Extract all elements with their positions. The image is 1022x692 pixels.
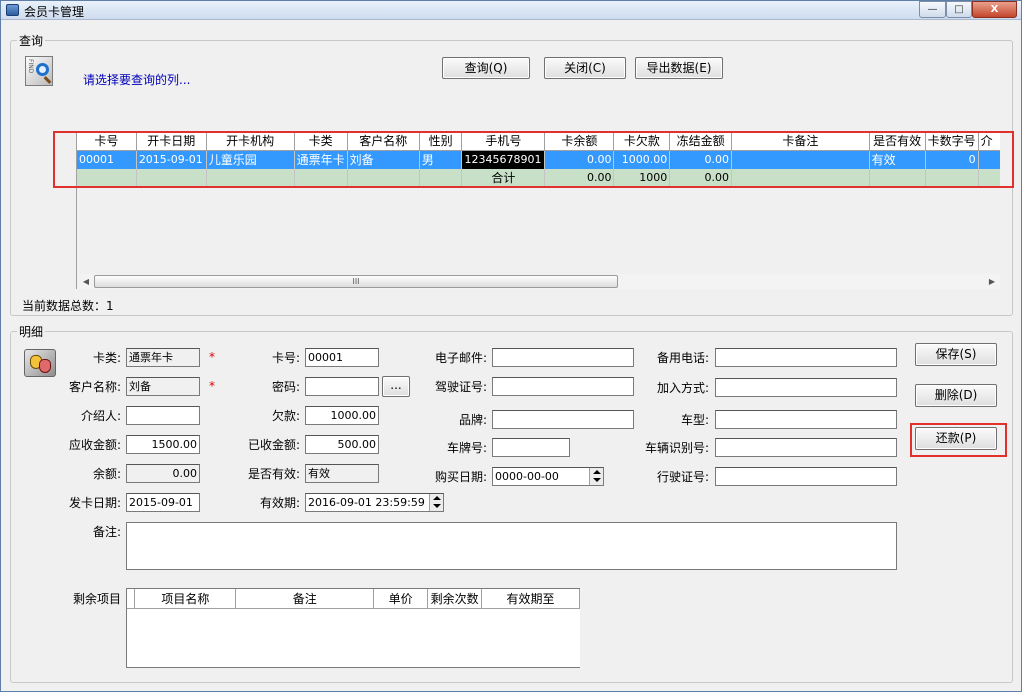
license-no-label: 驾驶证号: — [434, 380, 487, 394]
remaining-items-table: 项目名称 备注 单价 剩余次数 有效期至 — [127, 589, 580, 609]
email-field[interactable] — [492, 348, 634, 367]
received-field[interactable]: 500.00 — [305, 435, 379, 454]
column-header[interactable]: 有效期至 — [481, 589, 580, 609]
required-mark: * — [209, 379, 215, 393]
purchase-date-value: 0000-00-00 — [495, 470, 559, 483]
remark-textarea[interactable] — [126, 522, 897, 570]
remaining-items-label: 剩余项目 — [72, 592, 121, 606]
is-valid-label: 是否有效: — [247, 467, 300, 481]
window-title: 会员卡管理 — [24, 5, 85, 19]
join-method-field[interactable] — [715, 378, 897, 397]
export-data-button[interactable]: 导出数据(E) — [635, 57, 723, 79]
repay-highlight-box — [910, 423, 1007, 457]
purchase-date-label: 购买日期: — [434, 470, 487, 484]
grid-horizontal-scrollbar[interactable]: ◀ III ▶ — [78, 274, 1000, 289]
detail-group-legend: 明细 — [17, 323, 46, 340]
introducer-field[interactable] — [126, 406, 200, 425]
column-header[interactable]: 备注 — [235, 589, 375, 609]
join-method-label: 加入方式: — [656, 381, 709, 395]
scroll-left-icon[interactable]: ◀ — [80, 275, 92, 288]
title-bar: 会员卡管理 — □ X — [1, 1, 1021, 20]
query-group-legend: 查询 — [17, 32, 46, 49]
valid-until-field[interactable]: 2016-09-01 23:59:59 — [305, 493, 444, 512]
column-header[interactable]: 剩余次数 — [427, 589, 483, 609]
customer-name-label: 客户名称: — [68, 380, 121, 394]
backup-phone-label: 备用电话: — [656, 351, 709, 365]
driving-permit-label: 行驶证号: — [656, 470, 709, 484]
spin-down-icon[interactable] — [433, 504, 441, 508]
car-model-field[interactable] — [715, 410, 897, 429]
introducer-label: 介绍人: — [80, 409, 121, 423]
minimize-button[interactable]: — — [919, 1, 946, 18]
password-label: 密码: — [271, 380, 300, 394]
spin-down-icon[interactable] — [593, 478, 601, 482]
purchase-date-field[interactable]: 0000-00-00 — [492, 467, 604, 486]
backup-phone-field[interactable] — [715, 348, 897, 367]
receivable-label: 应收金额: — [68, 438, 121, 452]
grid-highlight-box — [53, 131, 1014, 188]
remaining-items-grid[interactable]: 项目名称 备注 单价 剩余次数 有效期至 — [126, 588, 580, 668]
card-no-field[interactable]: 00001 — [305, 348, 379, 367]
license-no-field[interactable] — [492, 377, 634, 396]
valid-until-label: 有效期: — [259, 496, 300, 510]
member-card-window: 会员卡管理 — □ X 查询 FIND 请选择要查询的列... 查询(Q) 关闭… — [0, 0, 1022, 692]
card-type-field[interactable]: 通票年卡 — [126, 348, 200, 367]
purchase-date-spinner[interactable] — [589, 468, 603, 485]
remark-label: 备注: — [92, 525, 121, 539]
vin-label: 车辆识别号: — [644, 441, 709, 455]
column-header[interactable]: 项目名称 — [134, 589, 237, 609]
card-type-label: 卡类: — [92, 351, 121, 365]
is-valid-field[interactable]: 有效 — [305, 464, 379, 483]
brand-label: 品牌: — [458, 413, 487, 427]
card-no-label: 卡号: — [271, 351, 300, 365]
delete-button[interactable]: 删除(D) — [915, 384, 997, 407]
valid-until-value: 2016-09-01 23:59:59 — [308, 496, 425, 509]
record-count: 当前数据总数：1 — [22, 299, 114, 313]
scrollbar-thumb[interactable]: III — [94, 275, 618, 288]
balance-label: 余额: — [92, 467, 121, 481]
plate-no-field[interactable] — [492, 438, 570, 457]
scroll-right-icon[interactable]: ▶ — [986, 275, 998, 288]
customer-name-field[interactable]: 刘备 — [126, 377, 200, 396]
password-field[interactable] — [305, 377, 379, 396]
received-label: 已收金额: — [247, 438, 300, 452]
maximize-button[interactable]: □ — [946, 1, 972, 18]
required-mark: * — [209, 350, 215, 364]
valid-until-spinner[interactable] — [429, 494, 443, 511]
query-column-hint[interactable]: 请选择要查询的列... — [83, 71, 190, 88]
receivable-field[interactable]: 1500.00 — [126, 435, 200, 454]
balance-field[interactable]: 0.00 — [126, 464, 200, 483]
vin-field[interactable] — [715, 438, 897, 457]
debt-field[interactable]: 1000.00 — [305, 406, 379, 425]
column-header[interactable]: 单价 — [373, 589, 429, 609]
spin-up-icon[interactable] — [593, 470, 601, 474]
plate-no-label: 车牌号: — [446, 441, 487, 455]
car-model-label: 车型: — [680, 413, 709, 427]
issue-date-label: 发卡日期: — [68, 496, 121, 510]
find-icon: FIND — [25, 56, 53, 86]
save-button[interactable]: 保存(S) — [915, 343, 997, 366]
close-button[interactable]: 关闭(C) — [544, 57, 626, 79]
remaining-header-row: 项目名称 备注 单价 剩余次数 有效期至 — [127, 589, 580, 609]
email-label: 电子邮件: — [434, 351, 487, 365]
driving-permit-field[interactable] — [715, 467, 897, 486]
brand-field[interactable] — [492, 410, 634, 429]
close-window-button[interactable]: X — [972, 1, 1017, 18]
spin-up-icon[interactable] — [433, 496, 441, 500]
debt-label: 欠款: — [271, 409, 300, 423]
app-icon — [6, 4, 19, 16]
issue-date-field[interactable]: 2015-09-01 — [126, 493, 200, 512]
query-button[interactable]: 查询(Q) — [442, 57, 530, 79]
